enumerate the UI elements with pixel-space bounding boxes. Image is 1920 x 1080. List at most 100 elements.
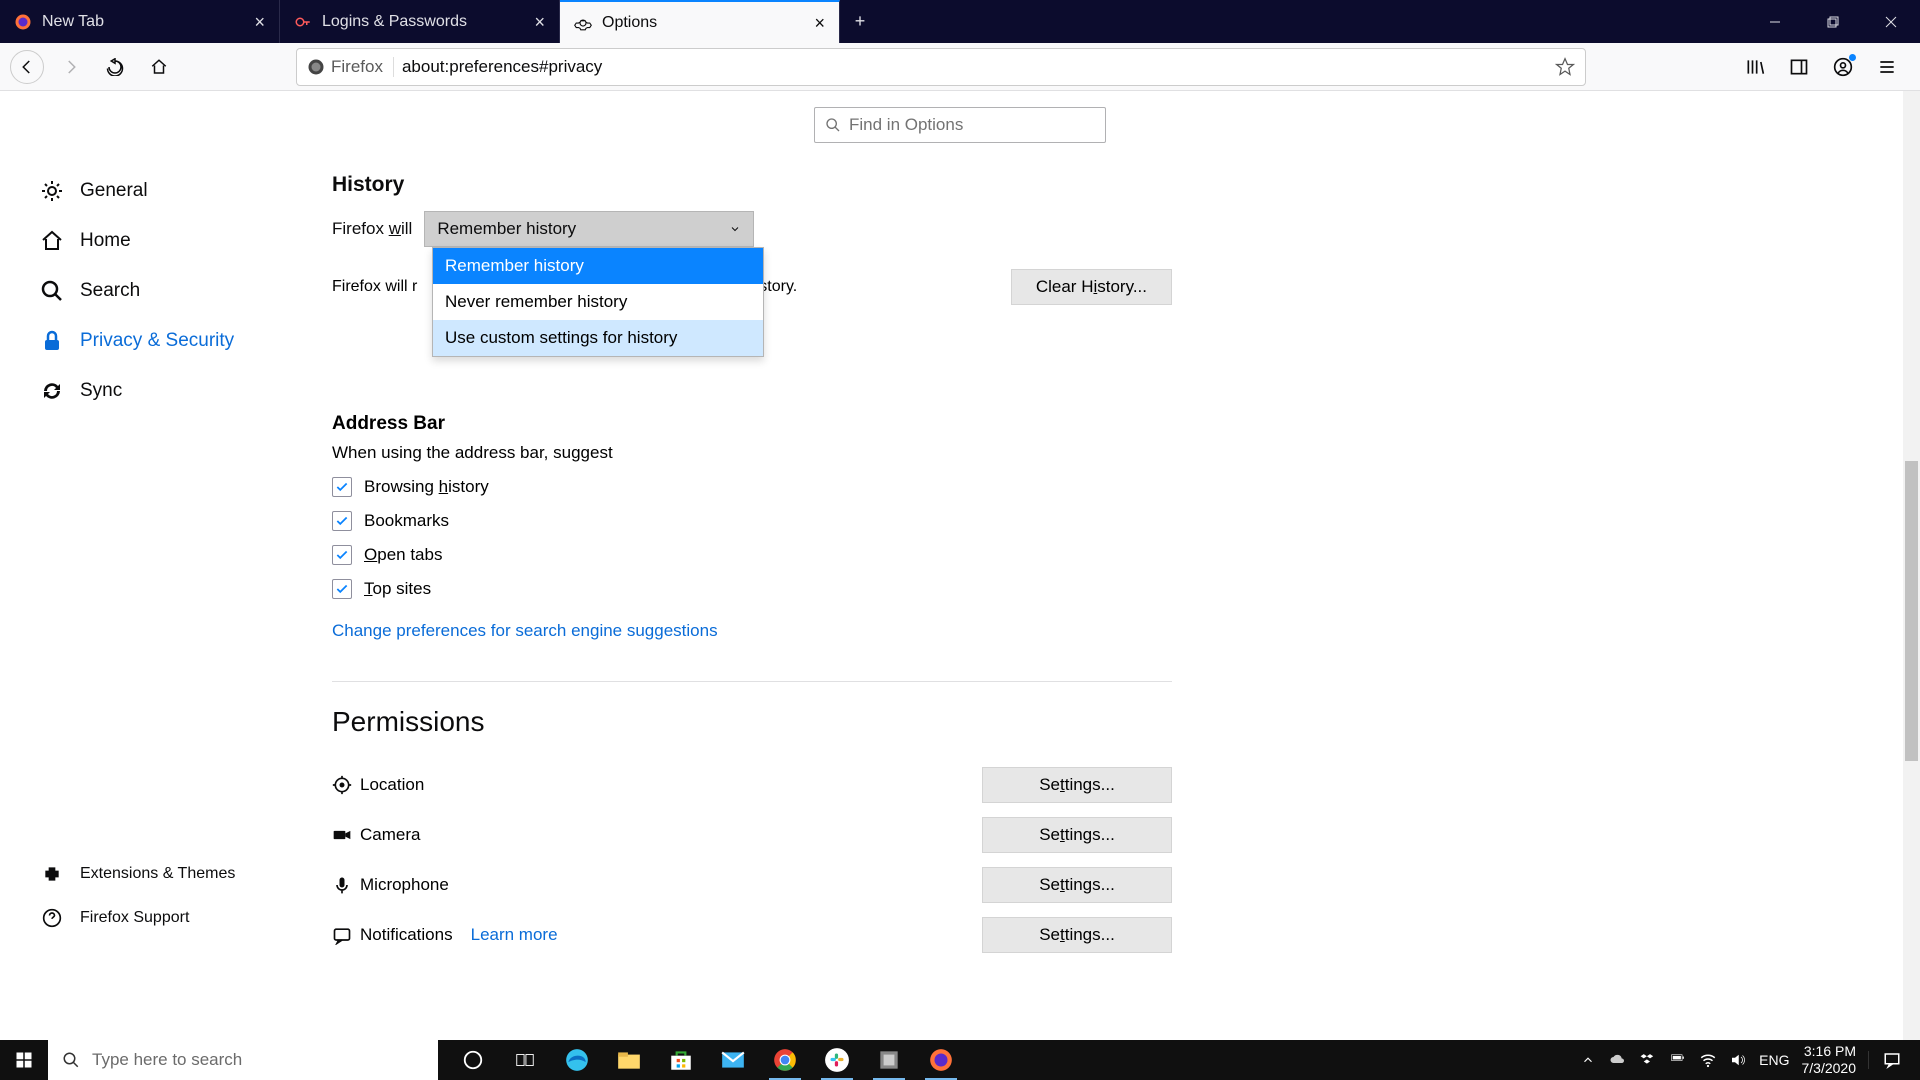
permissions-section-title: Permissions [332,706,1172,738]
sidebar-icon[interactable] [1784,52,1814,82]
checkbox-browsing-history[interactable]: Browsing history [332,477,1172,497]
sidebar-item-label: Privacy & Security [80,330,234,352]
taskbar-search[interactable]: Type here to search [48,1040,438,1080]
history-option-custom[interactable]: Use custom settings for history [433,320,763,356]
dropbox-icon[interactable] [1639,1051,1657,1069]
close-icon[interactable]: × [254,13,265,31]
app-menu-icon[interactable] [1872,52,1902,82]
sidebar-item-general[interactable]: General [40,179,240,203]
permission-label: Microphone [360,875,449,895]
history-section-title: History [332,173,1172,197]
taskbar-date: 7/3/2020 [1802,1060,1857,1078]
sidebar-item-home[interactable]: Home [40,229,240,253]
history-prefix-label: Firefox will [332,219,412,239]
minimize-button[interactable] [1746,0,1804,43]
volume-icon[interactable] [1729,1051,1747,1069]
windows-taskbar: Type here to search ENG 3:16 PM 7/3/2020 [0,1040,1920,1080]
checkbox-bookmarks[interactable]: Bookmarks [332,511,1172,531]
addressbar-desc: When using the address bar, suggest [332,443,1172,463]
sidebar-item-extensions[interactable]: Extensions & Themes [40,862,235,886]
firefox-taskbar-icon[interactable] [922,1040,960,1080]
microphone-icon [332,875,360,895]
reload-button[interactable] [98,50,132,84]
titlebar: New Tab × Logins & Passwords × Options ×… [0,0,1920,43]
history-mode-select[interactable]: Remember history [424,211,754,247]
explorer-icon[interactable] [610,1040,648,1080]
system-tray: ENG 3:16 PM 7/3/2020 [1579,1040,1920,1080]
permission-notifications: Notifications Learn more Settings... [332,910,1172,960]
tab-strip: New Tab × Logins & Passwords × Options ×… [0,0,880,43]
url-bar[interactable]: Firefox about:preferences#privacy [296,48,1586,86]
sidebar-item-search[interactable]: Search [40,279,240,303]
find-placeholder: Find in Options [849,115,963,135]
vertical-scrollbar[interactable] [1903,91,1920,1040]
page-body: Find in Options General Home Search Priv… [0,91,1920,1040]
sidebar-item-sync[interactable]: Sync [40,379,240,403]
cortana-icon[interactable] [454,1040,492,1080]
store-icon[interactable] [662,1040,700,1080]
slack-icon[interactable] [818,1040,856,1080]
battery-icon[interactable] [1669,1051,1687,1069]
edge-icon[interactable] [558,1040,596,1080]
permission-location: Location Settings... [332,760,1172,810]
tab-logins[interactable]: Logins & Passwords × [280,0,560,43]
history-mode-dropdown: Remember history Never remember history … [432,247,764,357]
checkbox-open-tabs[interactable]: Open tabs [332,545,1172,565]
history-option-remember[interactable]: Remember history [433,248,763,284]
tab-label: New Tab [42,13,104,31]
identity-box[interactable]: Firefox [307,57,394,77]
close-icon[interactable]: × [534,13,545,31]
new-tab-button[interactable]: + [840,0,880,43]
close-icon[interactable]: × [814,14,825,32]
library-icon[interactable] [1740,52,1770,82]
gear-icon [574,14,592,32]
taskbar-apps [454,1040,960,1080]
find-in-options-input[interactable]: Find in Options [814,107,1106,143]
account-icon[interactable] [1828,52,1858,82]
settings-button-camera[interactable]: Settings... [982,817,1172,853]
settings-button-notifications[interactable]: Settings... [982,917,1172,953]
taskbar-search-placeholder: Type here to search [92,1050,242,1070]
checkbox-label: Browsing history [364,477,489,497]
history-select-value: Remember history [437,219,576,239]
onedrive-icon[interactable] [1609,1051,1627,1069]
url-text: about:preferences#privacy [402,57,602,77]
close-window-button[interactable] [1862,0,1920,43]
preferences-sidebar: General Home Search Privacy & Security S… [0,143,240,960]
search-icon [825,117,841,133]
chrome-icon[interactable] [766,1040,804,1080]
maximize-button[interactable] [1804,0,1862,43]
checkbox-top-sites[interactable]: Top sites [332,579,1172,599]
search-suggestions-link[interactable]: Change preferences for search engine sug… [332,621,718,641]
bookmark-star-icon[interactable] [1555,57,1575,77]
mail-icon[interactable] [714,1040,752,1080]
history-option-never[interactable]: Never remember history [433,284,763,320]
settings-button-location[interactable]: Settings... [982,767,1172,803]
action-center-icon[interactable] [1868,1051,1914,1069]
firefox-icon [14,13,32,31]
permission-camera: Camera Settings... [332,810,1172,860]
learn-more-link[interactable]: Learn more [471,925,558,945]
scrollbar-thumb[interactable] [1905,461,1918,761]
sync-icon [40,379,64,403]
tab-new-tab[interactable]: New Tab × [0,0,280,43]
taskview-icon[interactable] [506,1040,544,1080]
permission-label: Location [360,775,424,795]
back-button[interactable] [10,50,44,84]
checkbox-icon [332,545,352,565]
clear-history-button[interactable]: Clear History... [1011,269,1172,305]
gear-icon [40,179,64,203]
start-button[interactable] [0,1040,48,1080]
tray-expand-icon[interactable] [1579,1051,1597,1069]
sidebar-item-privacy[interactable]: Privacy & Security [40,329,240,353]
home-button[interactable] [142,50,176,84]
tab-options[interactable]: Options × [560,0,840,43]
settings-button-microphone[interactable]: Settings... [982,867,1172,903]
addressbar-section-title: Address Bar [332,413,1172,435]
language-indicator[interactable]: ENG [1759,1052,1789,1068]
forward-button[interactable] [54,50,88,84]
sidebar-item-support[interactable]: Firefox Support [40,906,235,930]
taskbar-clock[interactable]: 3:16 PM 7/3/2020 [1802,1043,1857,1078]
wifi-icon[interactable] [1699,1051,1717,1069]
security-icon[interactable] [870,1040,908,1080]
